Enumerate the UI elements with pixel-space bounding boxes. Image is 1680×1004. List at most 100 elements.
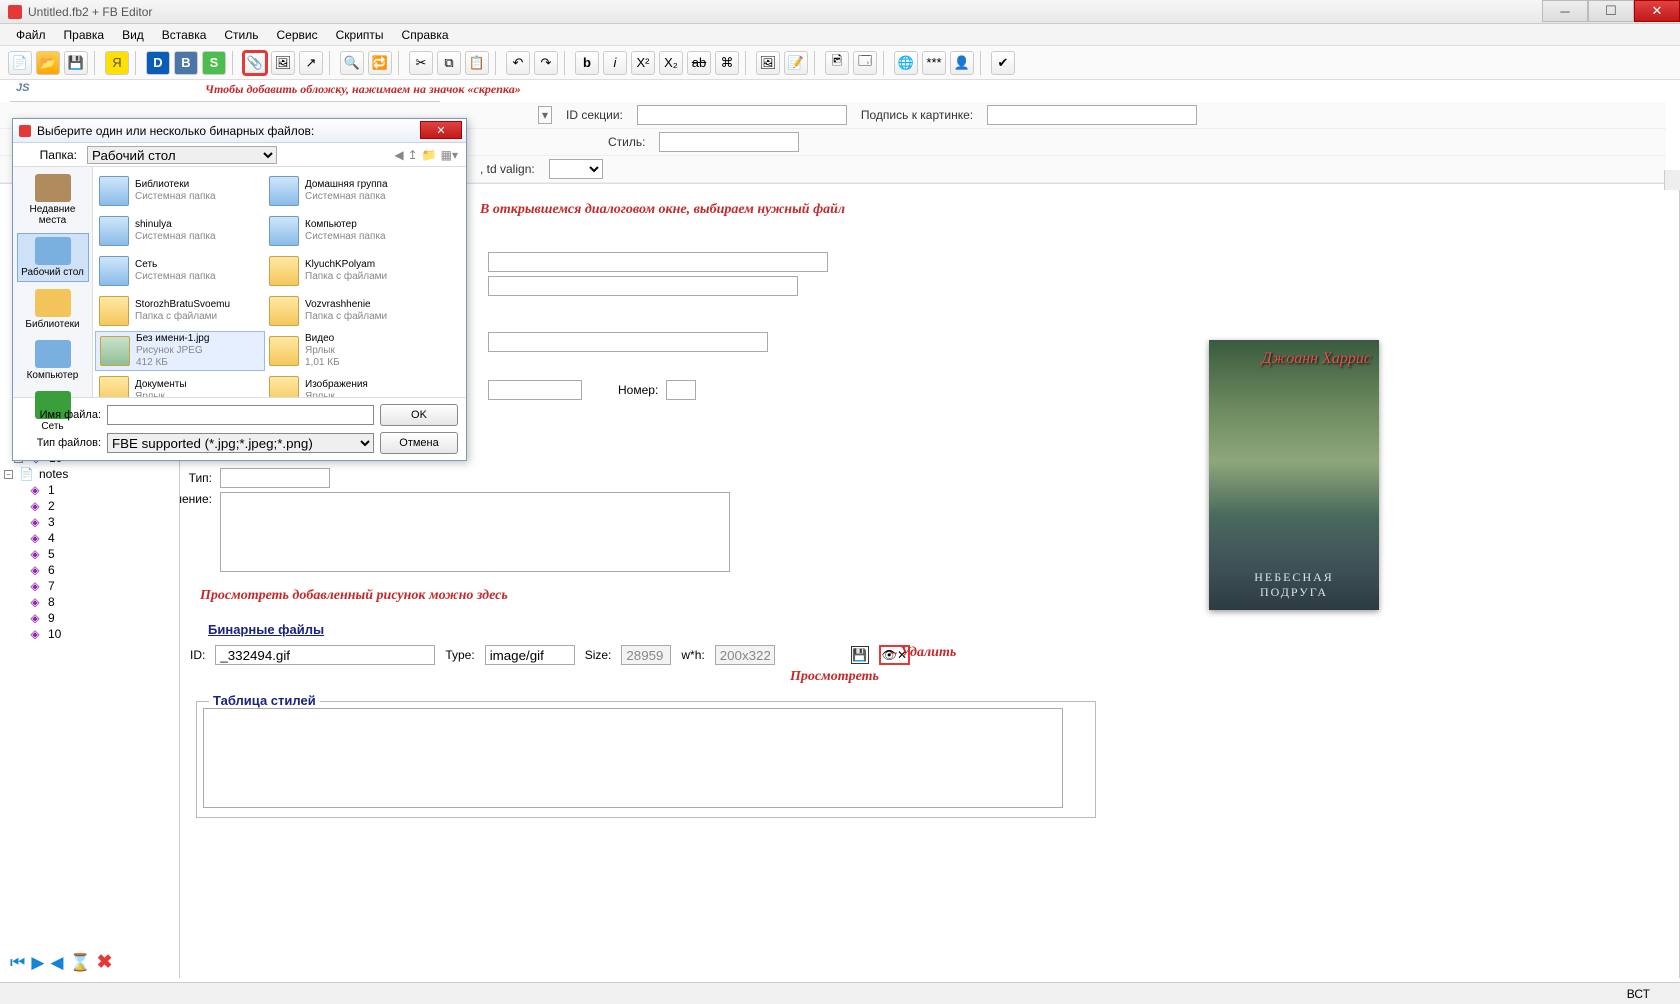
place-computer[interactable]: Компьютер <box>17 337 89 384</box>
undo-button[interactable]: ↶ <box>506 51 530 75</box>
menu-edit[interactable]: Правка <box>56 26 113 44</box>
menu-view[interactable]: Вид <box>114 26 152 44</box>
tdvalign-select[interactable] <box>549 159 603 179</box>
field4-input[interactable] <box>488 380 582 400</box>
file-item[interactable]: Домашняя группаСистемная папка <box>265 171 435 211</box>
tree-item[interactable]: ◈3 <box>0 514 179 530</box>
nav-next-icon[interactable]: ▶ <box>31 953 44 973</box>
style-input[interactable] <box>659 132 799 152</box>
save-button[interactable]: 💾 <box>64 51 88 75</box>
sup-button[interactable]: X² <box>631 51 655 75</box>
file-item[interactable]: ВидеоЯрлык1,01 КБ <box>265 331 435 371</box>
close-button[interactable]: ✕ <box>1634 0 1680 22</box>
tree-group-notes[interactable]: −📄notes <box>0 466 179 482</box>
tree-item[interactable]: ◈1 <box>0 482 179 498</box>
file-item[interactable]: KlyuchKPolyamПапка с файлами <box>265 251 435 291</box>
file-item[interactable]: shinulyaСистемная папка <box>95 211 265 251</box>
globe-button[interactable]: 🌐 <box>894 51 918 75</box>
minimize-button[interactable]: ─ <box>1542 0 1588 22</box>
place-desktop[interactable]: Рабочий стол <box>17 233 89 282</box>
dlg-back-icon[interactable]: ◀ <box>394 148 403 162</box>
dlg-view-icon[interactable]: ▦▾ <box>441 148 458 162</box>
file-item[interactable]: ДокументыЯрлык <box>95 371 265 397</box>
s-button[interactable]: S <box>202 51 226 75</box>
place-recent[interactable]: Недавние места <box>17 171 89 229</box>
field2-input[interactable] <box>488 276 798 296</box>
collapse-icon[interactable]: − <box>4 470 13 479</box>
sub-button[interactable]: X₂ <box>659 51 683 75</box>
menu-insert[interactable]: Вставка <box>154 26 215 44</box>
code-button[interactable]: ⌘ <box>715 51 739 75</box>
tree-item[interactable]: ◈5 <box>0 546 179 562</box>
delete-icon[interactable]: ✖ <box>97 951 113 974</box>
tree-item[interactable]: ◈4 <box>0 530 179 546</box>
value-input[interactable] <box>220 492 730 572</box>
dlg-close-button[interactable]: ✕ <box>420 121 462 139</box>
note-button[interactable]: 📝 <box>784 51 808 75</box>
maximize-button[interactable]: ☐ <box>1588 0 1634 22</box>
find-button[interactable]: 🔍 <box>340 51 364 75</box>
nav-prev-icon[interactable]: ◀ <box>50 953 63 973</box>
bin-type-input[interactable] <box>485 645 575 665</box>
file-item[interactable]: КомпьютерСистемная папка <box>265 211 435 251</box>
bin-save-button[interactable]: 💾 <box>851 646 869 664</box>
bin-id-input[interactable] <box>215 645 435 665</box>
bold-button[interactable]: b <box>575 51 599 75</box>
file-item[interactable]: БиблиотекиСистемная папка <box>95 171 265 211</box>
italic-button[interactable]: i <box>603 51 627 75</box>
open-button[interactable]: 📂 <box>36 51 60 75</box>
img2-button[interactable]: 🖼 <box>756 51 780 75</box>
new-button[interactable]: 📄 <box>8 51 32 75</box>
yandex-button[interactable]: Я <box>105 51 129 75</box>
replace-button[interactable]: 🔁 <box>368 51 392 75</box>
vk-button[interactable]: В <box>174 51 198 75</box>
type-input[interactable] <box>220 468 330 488</box>
caption-input[interactable] <box>987 105 1197 125</box>
redo-button[interactable]: ↷ <box>534 51 558 75</box>
char-button[interactable]: ab <box>687 51 711 75</box>
d-button[interactable]: D <box>146 51 170 75</box>
file-item[interactable]: СетьСистемная папка <box>95 251 265 291</box>
paste-button[interactable]: 📋 <box>465 51 489 75</box>
field1-input[interactable] <box>488 252 828 272</box>
style-table-input[interactable] <box>203 708 1063 808</box>
dlg-cancel-button[interactable]: Отмена <box>380 432 458 454</box>
dlg-ok-button[interactable]: OK <box>380 404 458 426</box>
person-button[interactable]: 👤 <box>950 51 974 75</box>
tree-item[interactable]: ◈6 <box>0 562 179 578</box>
file-item[interactable]: StorozhBratuSvoemuПапка с файлами <box>95 291 265 331</box>
tree-item[interactable]: ◈10 <box>0 626 179 642</box>
arrow-button[interactable]: ↗ <box>299 51 323 75</box>
place-libraries[interactable]: Библиотеки <box>17 286 89 333</box>
dlg-folder-select[interactable]: Рабочий стол <box>87 146 277 164</box>
attach-clip-button[interactable]: 📎 <box>243 51 267 75</box>
cut-button[interactable]: ✂ <box>409 51 433 75</box>
dropdown-icon[interactable]: ▾ <box>538 106 552 124</box>
file-item[interactable]: ИзображенияЯрлык <box>265 371 435 397</box>
tree-item[interactable]: ◈9 <box>0 610 179 626</box>
img4-button[interactable]: 🗔 <box>853 51 877 75</box>
file-item[interactable]: VozvrashhenieПапка с файлами <box>265 291 435 331</box>
dlg-filetype-select[interactable]: FBE supported (*.jpg;*.jpeg;*.png) <box>107 433 374 453</box>
menu-scripts[interactable]: Скрипты <box>328 26 392 44</box>
tree-item[interactable]: ◈2 <box>0 498 179 514</box>
menu-file[interactable]: Файл <box>8 26 54 44</box>
dlg-filename-input[interactable] <box>107 405 374 425</box>
dlg-newfolder-icon[interactable]: 📁 <box>422 148 437 162</box>
img3-button[interactable]: 🖻 <box>825 51 849 75</box>
number-input[interactable] <box>666 380 696 400</box>
hourglass-icon[interactable]: ⌛ <box>69 953 90 973</box>
copy-button[interactable]: ⧉ <box>437 51 461 75</box>
menu-service[interactable]: Сервис <box>269 26 326 44</box>
idsec-input[interactable] <box>637 105 847 125</box>
file-item[interactable]: Без имени-1.jpgРисунок JPEG412 КБ <box>95 331 265 371</box>
check-button[interactable]: ✔ <box>991 51 1015 75</box>
nav-first-icon[interactable]: ⏮ <box>10 953 25 973</box>
image-button[interactable]: 🖼 <box>271 51 295 75</box>
tree-item[interactable]: ◈7 <box>0 578 179 594</box>
dlg-up-icon[interactable]: ↥ <box>408 148 418 162</box>
field3-input[interactable] <box>488 332 768 352</box>
tree-item[interactable]: ◈8 <box>0 594 179 610</box>
menu-help[interactable]: Справка <box>394 26 457 44</box>
menu-style[interactable]: Стиль <box>216 26 266 44</box>
